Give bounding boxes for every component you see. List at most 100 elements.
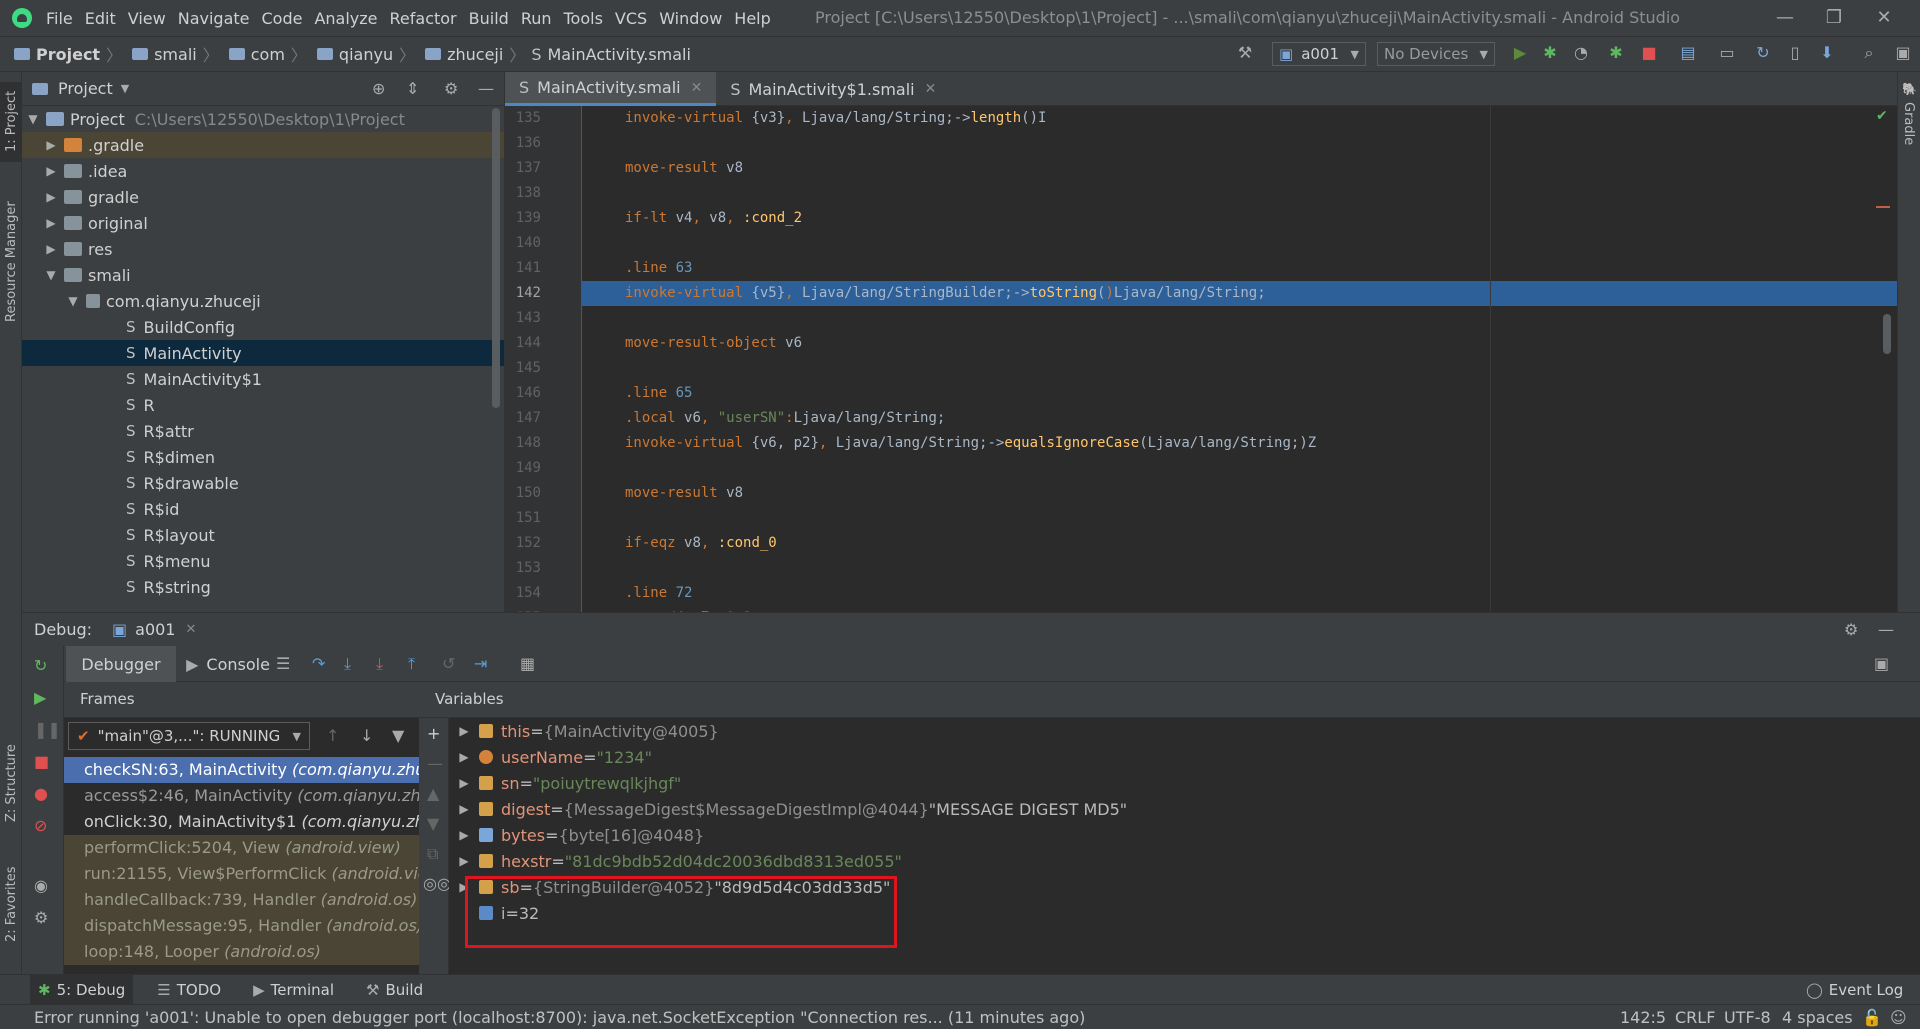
tree-item-file[interactable]: S R$attr bbox=[22, 418, 504, 444]
avd-manager-icon[interactable]: ▭ bbox=[1716, 42, 1738, 64]
code-line[interactable]: if-lt v4, v8, :cond_2 bbox=[582, 206, 1897, 231]
attach-debugger-icon[interactable]: ✱ bbox=[1605, 42, 1627, 64]
move-up-icon[interactable]: ▲ bbox=[427, 784, 439, 803]
run-config-select[interactable]: ▣ a001 ▼ bbox=[1272, 42, 1366, 66]
sync-icon[interactable]: ↻ bbox=[1752, 42, 1774, 64]
code-editor[interactable]: invoke-virtual {v3}, Ljava/lang/String;-… bbox=[582, 106, 1897, 612]
menu-analyze[interactable]: Analyze bbox=[314, 9, 377, 28]
expand-arrow-icon[interactable]: ▶ bbox=[44, 138, 58, 152]
frame-row[interactable]: checkSN:63, MainActivity (com.qianyu.zhu… bbox=[64, 757, 419, 783]
tree-item-file[interactable]: S R$layout bbox=[22, 522, 504, 548]
drop-frame-icon[interactable]: ↺ bbox=[442, 654, 455, 673]
tool-todo[interactable]: ☰ TODO bbox=[149, 975, 229, 1005]
step-out-icon[interactable]: ⤒ bbox=[408, 654, 415, 674]
tool-tab-favorites[interactable]: 2: Favorites bbox=[4, 866, 19, 942]
expand-arrow-icon[interactable]: ▶ bbox=[449, 750, 479, 764]
thread-select[interactable]: ✔ "main"@3,...": RUNNING ▼ bbox=[68, 722, 310, 750]
new-watch-icon[interactable]: + bbox=[427, 724, 440, 743]
menu-view[interactable]: View bbox=[128, 9, 166, 28]
menu-navigate[interactable]: Navigate bbox=[178, 9, 250, 28]
menu-code[interactable]: Code bbox=[262, 9, 303, 28]
tree-item-gradle-cache[interactable]: ▶ .gradle bbox=[22, 132, 504, 158]
variable-row[interactable]: ▶ userName = "1234" bbox=[449, 744, 1920, 770]
expand-arrow-icon[interactable]: ▶ bbox=[449, 854, 479, 868]
tree-item-file[interactable]: S MainActivity$1 bbox=[22, 366, 504, 392]
hide-panel-icon[interactable]: — bbox=[478, 79, 494, 98]
code-line[interactable]: .line 63 bbox=[582, 256, 1897, 281]
crumb-smali[interactable]: smali bbox=[154, 45, 197, 64]
crumb-project[interactable]: Project bbox=[36, 45, 100, 64]
frame-icon[interactable]: ▣ bbox=[1892, 42, 1914, 64]
tool-terminal[interactable]: ▶ Terminal bbox=[245, 975, 342, 1005]
tool-tab-structure[interactable]: Z: Structure bbox=[4, 744, 19, 822]
expand-arrow-icon[interactable]: ▶ bbox=[449, 724, 479, 738]
expand-arrow-icon[interactable]: ▶ bbox=[44, 216, 58, 230]
menu-tools[interactable]: Tools bbox=[564, 9, 603, 28]
crumb-file[interactable]: MainActivity.smali bbox=[547, 45, 690, 64]
tree-item-file[interactable]: S R$id bbox=[22, 496, 504, 522]
menu-file[interactable]: File bbox=[46, 9, 73, 28]
stop-icon[interactable]: ■ bbox=[1638, 42, 1660, 64]
camera-icon[interactable]: ◉ bbox=[34, 876, 48, 895]
code-line[interactable] bbox=[582, 506, 1897, 531]
menu-refactor[interactable]: Refactor bbox=[390, 9, 457, 28]
restore-layout-icon[interactable]: ▣ bbox=[1874, 654, 1889, 673]
crumb-com[interactable]: com bbox=[251, 45, 285, 64]
code-line[interactable] bbox=[582, 131, 1897, 156]
crumb-qianyu[interactable]: qianyu bbox=[339, 45, 393, 64]
variable-row[interactable]: ▶ hexstr = "81dc9bdb52d04dc20036dbd8313ed… bbox=[449, 848, 1920, 874]
expand-arrow-icon[interactable]: ▶ bbox=[449, 776, 479, 790]
tool-build[interactable]: ⚒ Build bbox=[358, 975, 431, 1005]
hide-panel-icon[interactable]: — bbox=[1878, 620, 1894, 639]
tree-item-file[interactable]: S R bbox=[22, 392, 504, 418]
expand-arrow-icon[interactable]: ▼ bbox=[26, 112, 40, 126]
close-tab-icon[interactable]: ✕ bbox=[925, 81, 937, 97]
expand-arrow-icon[interactable]: ▶ bbox=[44, 164, 58, 178]
expand-arrow-icon[interactable]: ▶ bbox=[449, 828, 479, 842]
tree-item-project[interactable]: ▼ Project C:\Users\12550\Desktop\1\Proje… bbox=[22, 106, 504, 132]
code-line[interactable]: move-result-object v6 bbox=[582, 331, 1897, 356]
frame-row[interactable]: access$2:46, MainActivity (com.qianyu.zh… bbox=[64, 783, 419, 809]
stop-icon[interactable]: ■ bbox=[34, 752, 49, 771]
remove-watch-icon[interactable]: — bbox=[427, 754, 443, 773]
minimize-icon[interactable]: — bbox=[1773, 6, 1797, 30]
search-icon[interactable]: ⌕ bbox=[1858, 42, 1880, 64]
debug-icon[interactable]: ✱ bbox=[1539, 42, 1561, 64]
tool-tab-project[interactable]: 1: Project bbox=[4, 91, 19, 152]
inspector-icon[interactable]: ☺ bbox=[1890, 1008, 1907, 1027]
frame-row[interactable]: onClick:30, MainActivity$1 (com.qianyu.z… bbox=[64, 809, 419, 835]
filter-icon[interactable]: ▼ bbox=[392, 726, 404, 745]
tab-mainactivity-smali[interactable]: S MainActivity.smali ✕ bbox=[505, 72, 717, 106]
code-line[interactable] bbox=[582, 231, 1897, 256]
code-line[interactable]: invoke-virtual {v3}, Ljava/lang/String;-… bbox=[582, 106, 1897, 131]
settings-icon[interactable]: ⚙ bbox=[34, 908, 48, 927]
view-breakpoints-icon[interactable]: ● bbox=[34, 784, 48, 803]
tree-item-file[interactable]: S BuildConfig bbox=[22, 314, 504, 340]
tree-item-file[interactable]: S R$dimen bbox=[22, 444, 504, 470]
mute-breakpoints-icon[interactable]: ⊘ bbox=[34, 816, 47, 835]
code-line[interactable] bbox=[582, 181, 1897, 206]
frame-row[interactable]: loop:148, Looper (android.os) bbox=[64, 939, 419, 965]
tool-tab-resource-manager[interactable]: Resource Manager bbox=[4, 201, 19, 322]
resume-icon[interactable]: ▶ bbox=[34, 688, 46, 707]
tree-item-file[interactable]: S R$string bbox=[22, 574, 504, 600]
chevron-down-icon[interactable]: ▼ bbox=[121, 82, 129, 95]
hammer-icon[interactable]: ⚒ bbox=[1234, 42, 1256, 64]
expand-arrow-icon[interactable]: ▼ bbox=[66, 294, 80, 308]
menu-build[interactable]: Build bbox=[469, 9, 509, 28]
code-line[interactable]: invoke-virtual {v6, p2}, Ljava/lang/Stri… bbox=[582, 431, 1897, 456]
menu-run[interactable]: Run bbox=[521, 9, 552, 28]
expand-arrow-icon[interactable]: ▶ bbox=[44, 190, 58, 204]
tree-item-file[interactable]: S R$menu bbox=[22, 548, 504, 574]
menu-window[interactable]: Window bbox=[659, 9, 722, 28]
frame-row[interactable]: performClick:5204, View (android.view) bbox=[64, 835, 419, 861]
restore-icon[interactable]: ❐ bbox=[1822, 6, 1846, 30]
code-line[interactable] bbox=[582, 306, 1897, 331]
code-line[interactable]: .line 65 bbox=[582, 381, 1897, 406]
tab-debugger[interactable]: Debugger bbox=[66, 646, 176, 682]
file-encoding[interactable]: UTF-8 bbox=[1724, 1008, 1771, 1027]
tree-item-res[interactable]: ▶ res bbox=[22, 236, 504, 262]
caret-position[interactable]: 142:5 bbox=[1620, 1008, 1666, 1027]
collapse-all-icon[interactable]: ⇕ bbox=[406, 79, 419, 98]
gear-icon[interactable]: ⚙ bbox=[1844, 620, 1858, 639]
